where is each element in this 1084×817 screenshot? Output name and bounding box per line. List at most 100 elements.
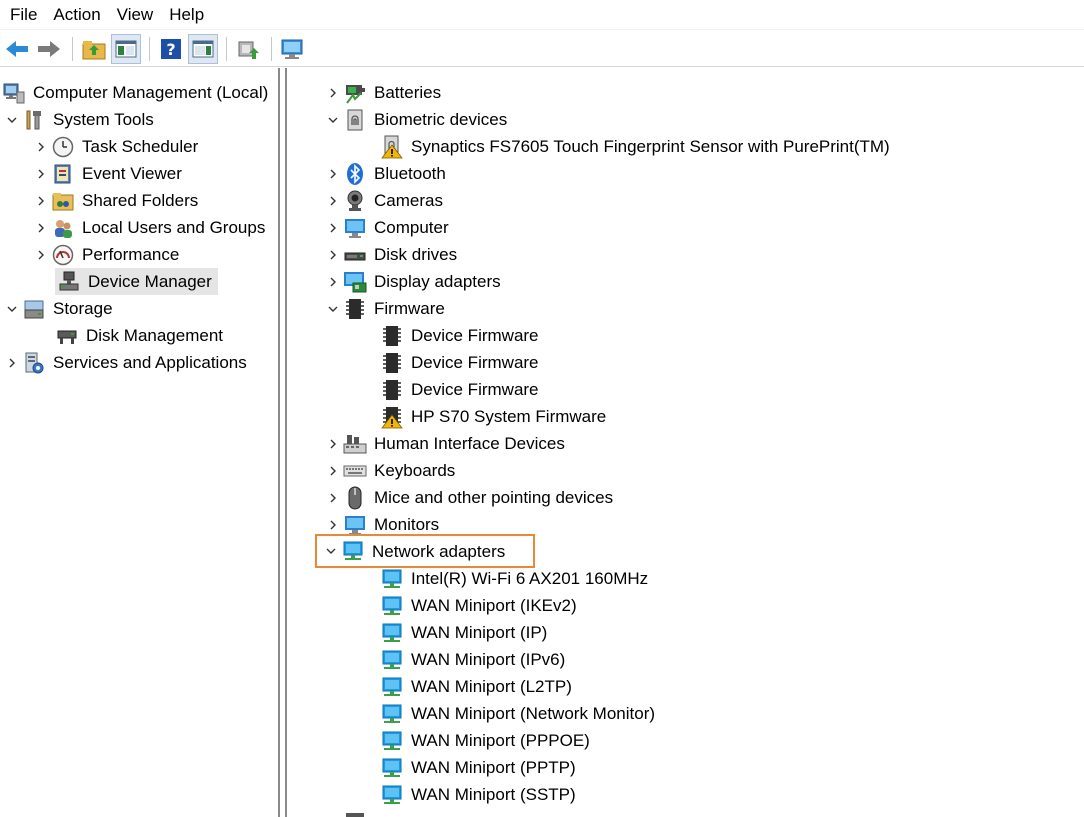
tree-item-disk-management[interactable]: Disk Management xyxy=(55,322,225,349)
device-label: Firmware xyxy=(374,299,445,318)
device-item-network-adapter[interactable]: WAN Miniport (PPPOE) xyxy=(380,727,592,754)
device-item-network-adapter[interactable]: WAN Miniport (SSTP) xyxy=(380,781,578,808)
device-item-network-adapter[interactable]: WAN Miniport (L2TP) xyxy=(380,673,574,700)
computer-icon xyxy=(343,216,367,240)
device-label: HP S70 System Firmware xyxy=(411,407,607,426)
menu-view[interactable]: View xyxy=(109,1,162,29)
device-category-network-adapters[interactable]: Network adapters xyxy=(314,534,536,568)
device-label: Computer xyxy=(374,218,449,237)
scan-hardware-button[interactable] xyxy=(278,34,308,64)
network-adapter-icon xyxy=(380,729,404,753)
device-category-disk-drives[interactable]: Disk drives xyxy=(323,241,459,268)
device-label: Cameras xyxy=(374,191,443,210)
device-item-network-adapter[interactable]: WAN Miniport (Network Monitor) xyxy=(380,700,657,727)
show-hide-console-tree-button[interactable] xyxy=(111,33,141,64)
hid-icon xyxy=(343,432,367,456)
device-item-firmware[interactable]: Device Firmware xyxy=(380,322,541,349)
tree-item-performance[interactable]: Performance xyxy=(31,241,181,268)
device-item-network-adapter[interactable]: WAN Miniport (IP) xyxy=(380,619,549,646)
device-item-firmware[interactable]: Device Firmware xyxy=(380,349,541,376)
device-item-fingerprint-sensor[interactable]: Synaptics FS7605 Touch Fingerprint Senso… xyxy=(380,133,892,160)
device-category-display-adapters[interactable]: Display adapters xyxy=(323,268,503,295)
chevron-right-icon[interactable] xyxy=(323,214,343,241)
network-adapter-icon xyxy=(380,783,404,807)
device-item-network-adapter[interactable]: WAN Miniport (IPv6) xyxy=(380,646,567,673)
toolbar: ? xyxy=(0,31,1084,67)
device-label: Display adapters xyxy=(374,272,501,291)
chevron-right-icon[interactable] xyxy=(323,268,343,295)
tree-item-event-viewer[interactable]: Event Viewer xyxy=(31,160,184,187)
device-item-network-adapter[interactable]: Intel(R) Wi-Fi 6 AX201 160MHz xyxy=(380,565,650,592)
tree-item-local-users-groups[interactable]: Local Users and Groups xyxy=(31,214,267,241)
chevron-right-icon[interactable] xyxy=(31,241,51,268)
chevron-down-icon[interactable] xyxy=(2,106,22,133)
menu-action[interactable]: Action xyxy=(45,1,108,29)
tree-item-task-scheduler[interactable]: Task Scheduler xyxy=(31,133,200,160)
port-icon xyxy=(343,810,367,817)
device-item-firmware[interactable]: Device Firmware xyxy=(380,376,541,403)
tree-item-device-manager[interactable]: Device Manager xyxy=(55,268,218,295)
device-label: WAN Miniport (PPTP) xyxy=(411,758,576,777)
chevron-right-icon[interactable] xyxy=(31,214,51,241)
chevron-down-icon[interactable] xyxy=(2,295,22,322)
device-category-partial[interactable] xyxy=(323,808,372,817)
tree-item-services-apps[interactable]: Services and Applications xyxy=(2,349,249,376)
device-category-firmware[interactable]: Firmware xyxy=(323,295,447,322)
device-category-monitors[interactable]: Monitors xyxy=(323,511,441,538)
chip-icon xyxy=(380,378,404,402)
chevron-right-icon[interactable] xyxy=(323,430,343,457)
tree-item-computer-management[interactable]: Computer Management (Local) xyxy=(2,79,270,106)
device-tree: Batteries Biometric devices Synaptics FS… xyxy=(285,68,1084,817)
users-icon xyxy=(51,216,75,240)
tools-icon xyxy=(22,108,46,132)
shared-folder-icon xyxy=(51,189,75,213)
device-item-network-adapter[interactable]: WAN Miniport (IKEv2) xyxy=(380,592,579,619)
chevron-right-icon[interactable] xyxy=(323,457,343,484)
chevron-right-icon[interactable] xyxy=(31,187,51,214)
update-driver-button[interactable] xyxy=(233,34,263,64)
device-category-batteries[interactable]: Batteries xyxy=(323,79,443,106)
forward-button[interactable] xyxy=(34,34,64,64)
device-category-keyboards[interactable]: Keyboards xyxy=(323,457,457,484)
device-label: WAN Miniport (IPv6) xyxy=(411,650,566,669)
chevron-right-icon[interactable] xyxy=(323,160,343,187)
chevron-right-icon[interactable] xyxy=(323,187,343,214)
menu-help[interactable]: Help xyxy=(161,1,212,29)
device-category-computer[interactable]: Computer xyxy=(323,214,451,241)
tree-item-storage[interactable]: Storage xyxy=(2,295,115,322)
device-item-network-adapter[interactable]: WAN Miniport (PPTP) xyxy=(380,754,578,781)
tree-label: Local Users and Groups xyxy=(82,218,266,237)
device-category-mice[interactable]: Mice and other pointing devices xyxy=(323,484,615,511)
menu-file[interactable]: File xyxy=(2,1,45,29)
forward-arrow-icon xyxy=(38,40,60,57)
device-label: Keyboards xyxy=(374,461,456,480)
chevron-right-icon[interactable] xyxy=(323,511,343,538)
tree-label: Device Manager xyxy=(88,272,212,291)
chevron-right-icon[interactable] xyxy=(323,241,343,268)
chevron-right-icon[interactable] xyxy=(2,349,22,376)
up-folder-button[interactable] xyxy=(79,34,109,64)
show-hide-action-pane-button[interactable] xyxy=(188,33,218,64)
bluetooth-icon xyxy=(343,162,367,186)
chevron-down-icon[interactable] xyxy=(323,295,343,322)
console-tree-icon xyxy=(115,40,137,57)
tree-item-shared-folders[interactable]: Shared Folders xyxy=(31,187,200,214)
back-button[interactable] xyxy=(2,34,32,64)
device-category-cameras[interactable]: Cameras xyxy=(323,187,445,214)
device-category-bluetooth[interactable]: Bluetooth xyxy=(323,160,448,187)
chevron-right-icon[interactable] xyxy=(31,133,51,160)
device-category-hid[interactable]: Human Interface Devices xyxy=(323,430,567,457)
device-category-biometric[interactable]: Biometric devices xyxy=(323,106,509,133)
chevron-right-icon[interactable] xyxy=(323,79,343,106)
chevron-right-icon[interactable] xyxy=(323,484,343,511)
chevron-down-icon[interactable] xyxy=(323,106,343,133)
chevron-right-icon[interactable] xyxy=(31,160,51,187)
chevron-right-icon[interactable] xyxy=(323,808,343,817)
help-button[interactable]: ? xyxy=(156,34,186,64)
battery-icon xyxy=(343,81,367,105)
chevron-down-icon[interactable] xyxy=(321,538,341,565)
device-label: WAN Miniport (L2TP) xyxy=(411,677,572,696)
device-item-system-firmware[interactable]: HP S70 System Firmware xyxy=(380,403,608,430)
tree-label: Task Scheduler xyxy=(82,137,199,156)
tree-item-system-tools[interactable]: System Tools xyxy=(2,106,156,133)
